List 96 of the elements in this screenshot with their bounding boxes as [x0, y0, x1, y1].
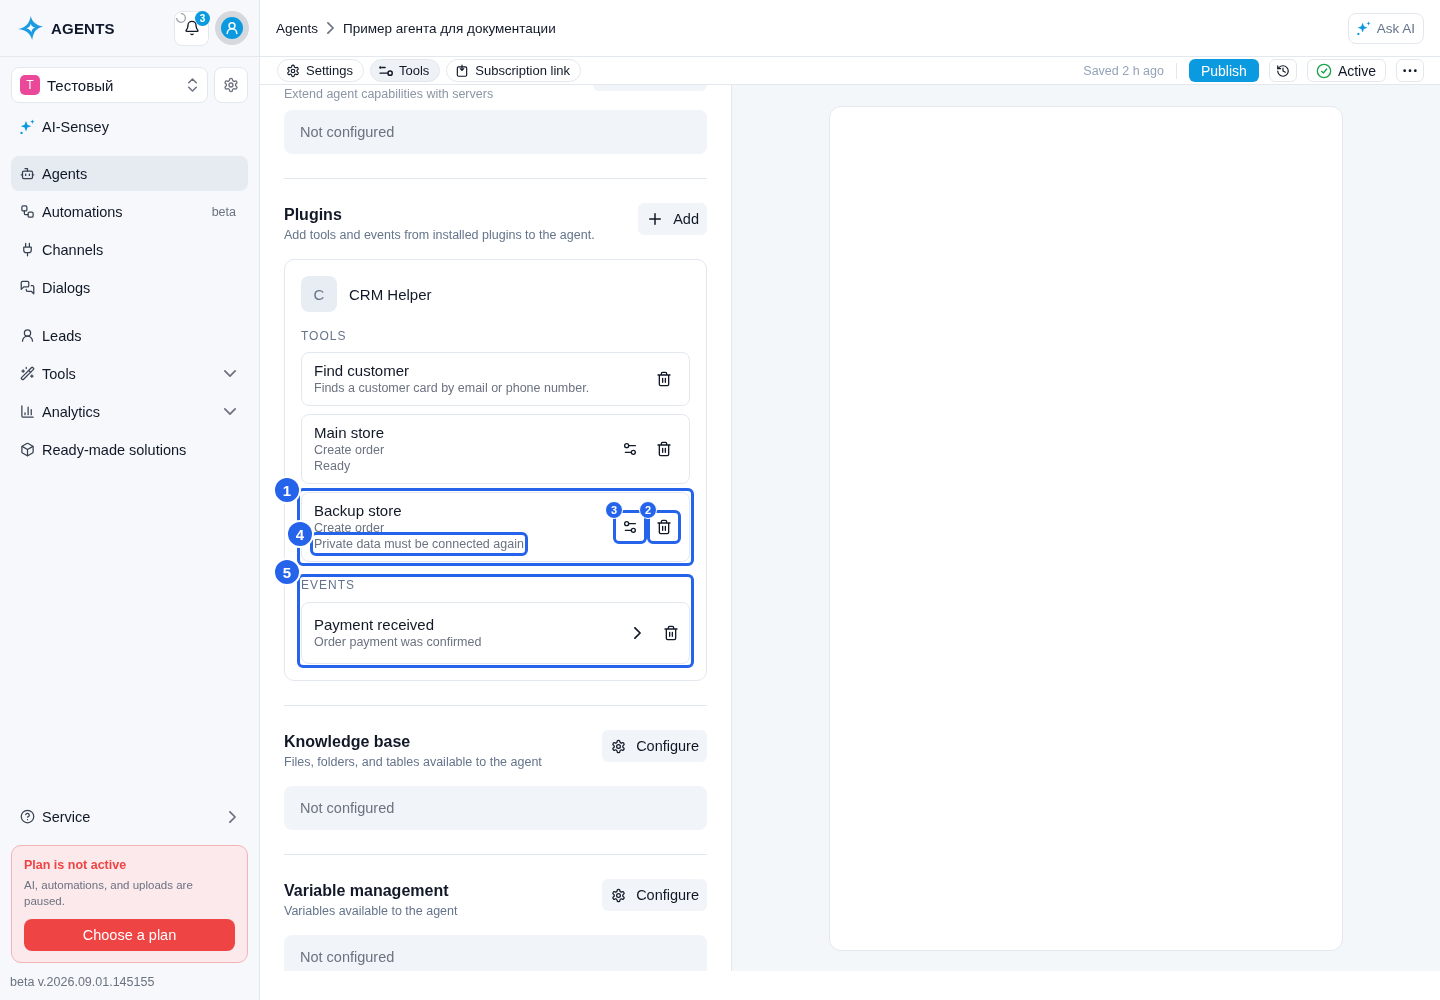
- notification-count: 3: [195, 10, 210, 26]
- tool-name: Find customer: [314, 362, 410, 380]
- configure-button[interactable]: Configure: [602, 730, 707, 762]
- choose-plan-button[interactable]: Choose a plan: [24, 919, 235, 951]
- section-title: Variable management: [284, 881, 450, 901]
- plan-status-title: Plan is not active: [24, 858, 128, 873]
- step-marker: 2: [639, 501, 657, 519]
- empty-state: Not configured: [284, 110, 707, 154]
- trash-icon: [656, 371, 672, 387]
- tool-detail: Create order: [314, 520, 385, 536]
- settings-icon: [611, 738, 627, 754]
- saved-status: Saved 2 h ago: [1083, 63, 1164, 78]
- chat-icon: [20, 280, 35, 295]
- section-subtitle: Variables available to the agent: [284, 903, 458, 919]
- step-marker: 4: [286, 520, 314, 548]
- section-title: Plugins: [284, 205, 343, 225]
- sliders-icon: [622, 441, 638, 457]
- sparkle-icon: [20, 119, 35, 134]
- trash-icon: [656, 441, 672, 457]
- assistant-link[interactable]: AI-Sensey: [11, 109, 248, 144]
- nav-item[interactable]: Analytics: [11, 394, 248, 429]
- plugin-name: CRM Helper: [349, 285, 432, 303]
- logo-text: AGENTS: [51, 19, 115, 37]
- history-icon: [1275, 63, 1290, 78]
- settings-button[interactable]: [214, 67, 248, 103]
- nav-item[interactable]: Tools: [11, 356, 248, 391]
- breadcrumb-current: Пример агента для документации: [343, 20, 556, 36]
- step-marker: 5: [273, 558, 301, 586]
- event-description: Order payment was confirmed: [314, 634, 482, 650]
- add-button[interactable]: Add: [638, 203, 707, 235]
- workspace-select[interactable]: T Тестовый: [11, 67, 208, 103]
- chevrons-up-down-icon: [188, 78, 197, 92]
- workspace-initial: T: [20, 75, 40, 95]
- service-menu[interactable]: Service: [11, 799, 248, 834]
- trash-icon: [656, 519, 672, 535]
- chevron-right-icon: [327, 22, 335, 34]
- step-marker: 3: [605, 501, 623, 519]
- avatar-icon: [221, 17, 243, 39]
- more-button[interactable]: [1396, 59, 1424, 82]
- wand-icon: [20, 366, 35, 381]
- sliders-icon: [622, 519, 638, 535]
- connector-icon: [379, 65, 393, 76]
- chevron-right-icon: [633, 627, 641, 639]
- status-button[interactable]: Active: [1306, 59, 1386, 82]
- sparkle-icon: [1356, 21, 1371, 35]
- configure-button[interactable]: Configure: [602, 879, 707, 911]
- nav-item[interactable]: Dialogs: [11, 270, 248, 305]
- nav-item[interactable]: Leads: [11, 318, 248, 353]
- history-button[interactable]: [1268, 59, 1297, 82]
- nav-item[interactable]: Channels: [11, 232, 248, 267]
- group-label: EVENTS: [301, 578, 356, 592]
- tab[interactable]: Settings: [277, 59, 364, 82]
- plug-icon: [20, 242, 35, 257]
- user-icon: [20, 328, 35, 343]
- section-title: Knowledge base: [284, 732, 412, 752]
- version-text: beta v.2026.09.01.145155: [10, 975, 156, 989]
- empty-state: Not configured: [284, 935, 707, 971]
- cube-icon: [20, 442, 35, 457]
- tab[interactable]: Subscription link: [446, 59, 581, 82]
- bell-icon: [183, 20, 200, 36]
- tab[interactable]: Tools: [370, 59, 441, 82]
- logo-icon: [18, 16, 43, 40]
- plus-icon: [649, 213, 662, 225]
- ask-ai-button[interactable]: Ask AI: [1347, 12, 1424, 44]
- breadcrumb-link[interactable]: Agents: [276, 20, 319, 36]
- plugin-initial: C: [301, 276, 337, 312]
- bar-chart-icon: [20, 404, 35, 419]
- tool-detail: Create order: [314, 442, 385, 458]
- event-name: Payment received: [314, 616, 435, 634]
- tool-detail: Finds a customer card by email or phone number.: [314, 380, 590, 396]
- step-marker: 1: [273, 476, 301, 504]
- square-arrow-down-icon: [455, 63, 470, 78]
- settings-icon: [223, 77, 239, 93]
- beta-label: beta: [211, 204, 236, 219]
- workflow-icon: [20, 204, 35, 219]
- nav-item[interactable]: Agents: [11, 156, 248, 191]
- section-subtitle: Files, folders, and tables available to the agent: [284, 754, 542, 770]
- nav-item[interactable]: Ready-made solutions: [11, 432, 248, 467]
- empty-state: Not configured: [284, 786, 707, 830]
- section-subtitle: Extend agent capabilities with servers: [284, 86, 494, 102]
- tool-name: Backup store: [314, 502, 402, 520]
- settings-icon: [286, 63, 300, 78]
- robot-icon: [20, 166, 35, 181]
- avatar-button[interactable]: [215, 11, 249, 45]
- more-icon: [1403, 68, 1417, 73]
- settings-icon: [611, 887, 627, 903]
- tool-name: Main store: [314, 424, 385, 442]
- group-label: TOOLS: [301, 330, 348, 342]
- help-icon: [20, 809, 35, 824]
- section-subtitle: Add tools and events from installed plugins to the agent.: [284, 227, 595, 243]
- chevron-right-icon: [229, 810, 236, 823]
- nav-item[interactable]: Automations beta: [11, 194, 248, 229]
- tool-detail: Ready: [314, 458, 351, 474]
- tool-detail: Private data must be connected again: [314, 536, 524, 552]
- plan-status-text: AI, automations, and uploads are paused.: [24, 878, 194, 909]
- trash-icon: [663, 625, 679, 641]
